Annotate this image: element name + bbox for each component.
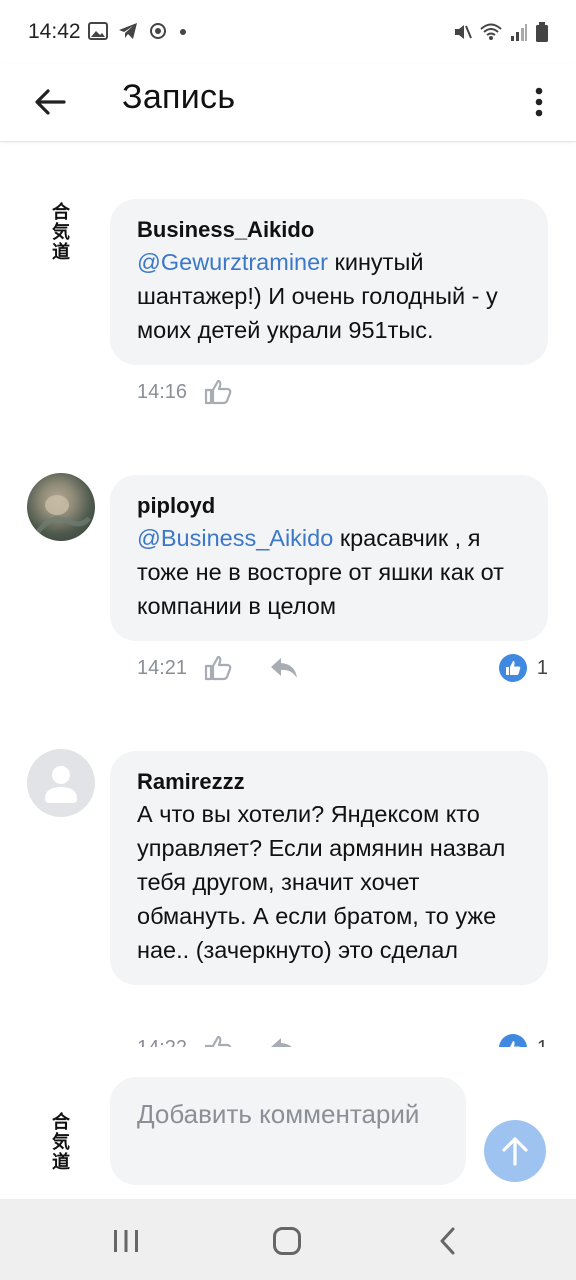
back-button[interactable]: [26, 78, 74, 126]
mention-link[interactable]: @Business_Aikido: [137, 525, 333, 551]
reply-button[interactable]: [267, 1031, 301, 1047]
mention-link[interactable]: @Gewurztraminer: [137, 249, 328, 275]
comments-feed[interactable]: 合 気 道 Business_Aikido @Gewurztraminer ки…: [0, 143, 576, 1047]
like-button[interactable]: [201, 375, 235, 409]
battery-icon: [536, 22, 548, 42]
comment-author[interactable]: Ramirezzz: [137, 767, 521, 797]
comment-meta: 14:16: [137, 375, 235, 409]
more-vertical-icon: [535, 87, 543, 117]
user-placeholder-icon: [45, 766, 77, 803]
comment-composer: 合 気 道 Добавить комментарий: [0, 1047, 576, 1199]
app-bar: Запись: [0, 64, 576, 142]
comment-time: 14:21: [137, 656, 188, 679]
comment-author[interactable]: piployd: [137, 491, 521, 521]
system-nav-bar: [0, 1199, 576, 1280]
reply-icon: [271, 658, 298, 678]
comment-meta: 14:21: [137, 651, 301, 685]
reply-button[interactable]: [267, 651, 301, 685]
comment-text: @Business_Aikido красавчик , я тоже не в…: [137, 525, 504, 619]
likes-counter[interactable]: 1: [498, 651, 548, 685]
arrow-up-icon: [502, 1137, 528, 1166]
status-bar: 14:42: [0, 0, 576, 64]
avatar[interactable]: [27, 749, 95, 817]
aikido-logo: 合 気 道: [52, 1112, 70, 1173]
current-user-avatar[interactable]: 合 気 道: [27, 1113, 95, 1185]
thumbs-up-icon: [204, 655, 232, 681]
more-options-button[interactable]: [524, 78, 554, 126]
likes-count: 1: [536, 656, 548, 679]
comment-time: 14:16: [137, 380, 188, 403]
comment-meta: 14:22: [137, 1031, 301, 1047]
likes-count: 1: [537, 1037, 548, 1048]
thumbs-up-filled-icon: [498, 654, 527, 682]
gallery-icon: [88, 22, 108, 40]
chevron-left-icon: [440, 1227, 455, 1255]
arrow-left-icon: [35, 89, 66, 115]
thumbs-up-icon: [204, 1035, 232, 1047]
signal-icon: [511, 24, 527, 41]
thumbs-up-filled-icon: [498, 1034, 527, 1047]
like-button[interactable]: [201, 1031, 235, 1047]
like-button[interactable]: [201, 651, 235, 685]
wifi-icon: [480, 23, 502, 40]
avatar-photo: [35, 495, 92, 535]
aikido-logo: 合 気 道: [52, 202, 70, 263]
reply-icon: [271, 1038, 292, 1047]
likes-counter[interactable]: 1: [498, 1031, 548, 1048]
recent-apps-icon: [114, 1230, 138, 1252]
status-system-icons: [452, 22, 548, 42]
status-notifications: [88, 22, 188, 40]
telegram-icon: [119, 23, 137, 39]
thumbs-up-icon: [204, 379, 232, 405]
comment-text: @Gewurztraminer кинутый шантажер!) И оче…: [137, 249, 498, 343]
page-title: Запись: [122, 78, 236, 116]
comment-bubble[interactable]: Business_Aikido @Gewurztraminer кинутый …: [110, 199, 548, 365]
recent-apps-button[interactable]: [106, 1221, 146, 1261]
comment-text: А что вы хотели? Яндексом кто управляет?…: [137, 801, 506, 963]
status-time: 14:42: [28, 20, 81, 43]
avatar[interactable]: 合 気 道: [27, 197, 95, 269]
home-button[interactable]: [267, 1221, 307, 1261]
home-icon: [273, 1227, 301, 1255]
comment-bubble[interactable]: piployd @Business_Aikido красавчик , я т…: [110, 475, 548, 641]
comment-time: 14:22: [137, 1037, 187, 1048]
system-back-button[interactable]: [428, 1221, 468, 1261]
avatar[interactable]: [27, 473, 95, 541]
app-notification-icon: [150, 23, 166, 39]
comment-input[interactable]: Добавить комментарий: [110, 1077, 466, 1185]
comment-bubble[interactable]: Ramirezzz А что вы хотели? Яндексом кто …: [110, 751, 548, 985]
comment-author[interactable]: Business_Aikido: [137, 215, 521, 245]
send-button[interactable]: [484, 1120, 546, 1182]
mute-icon: [455, 25, 472, 39]
dot-icon: [180, 29, 186, 35]
